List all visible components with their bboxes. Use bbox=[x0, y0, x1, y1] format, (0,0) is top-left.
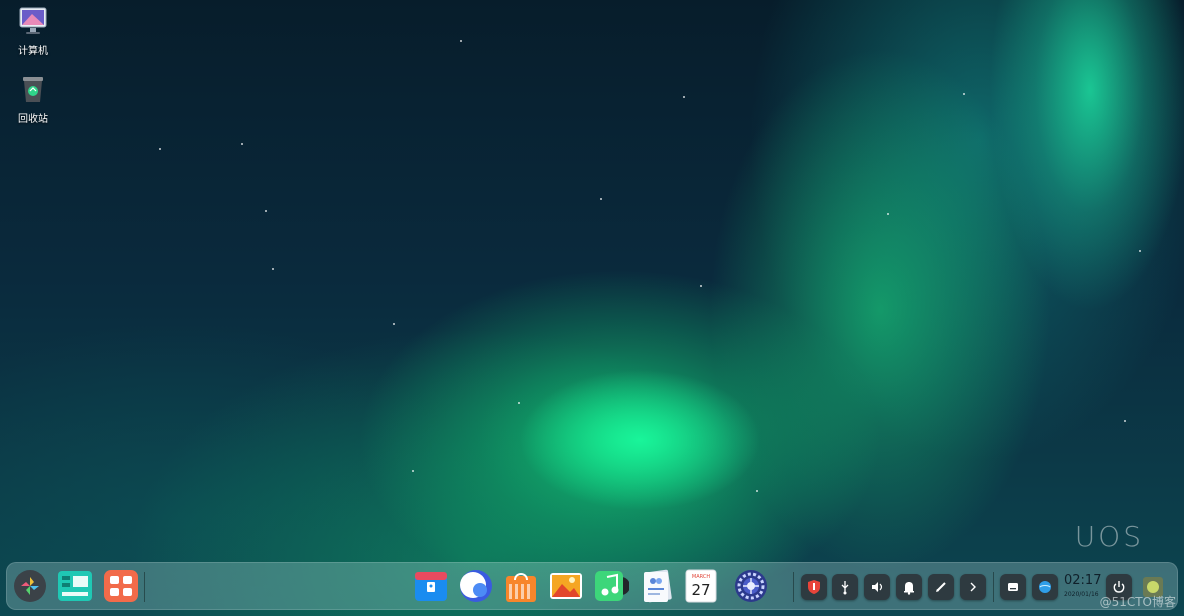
file-manager-icon bbox=[415, 572, 447, 601]
dock-separator bbox=[793, 572, 794, 602]
clock-time[interactable]: 02:17 bbox=[1064, 573, 1101, 588]
tray-expand[interactable] bbox=[960, 574, 986, 600]
app-file-manager[interactable] bbox=[413, 568, 449, 604]
clock-date[interactable]: 2020/01/16 bbox=[1064, 591, 1099, 598]
calendar-day-text: 27 bbox=[691, 581, 710, 599]
tray-keyboard[interactable] bbox=[1000, 574, 1026, 600]
launcher-icon bbox=[14, 570, 46, 602]
app-photos[interactable] bbox=[548, 568, 584, 604]
desktop-icon-trash[interactable]: 回收站 bbox=[3, 74, 63, 125]
multitask-icon bbox=[58, 571, 92, 601]
calendar-month-text: MARCH bbox=[692, 574, 710, 580]
music-icon bbox=[595, 571, 630, 601]
pen-icon bbox=[936, 582, 946, 592]
app-music[interactable] bbox=[593, 568, 630, 604]
workspace-icon bbox=[104, 570, 138, 602]
photos-icon bbox=[550, 573, 582, 599]
contacts-icon bbox=[644, 569, 672, 603]
dock: MARCH 27 02:17 2020/01/16 bbox=[6, 562, 1178, 610]
window-switch-button[interactable] bbox=[103, 568, 139, 604]
brand-logo-text: UOS bbox=[1074, 520, 1144, 553]
app-browser[interactable] bbox=[458, 568, 494, 604]
desktop-icon-label: 计算机 bbox=[18, 46, 48, 57]
launcher-button[interactable] bbox=[12, 568, 48, 604]
tray-antivirus[interactable] bbox=[801, 574, 827, 600]
trash-icon bbox=[18, 74, 48, 104]
desktop-icon-label: 回收站 bbox=[18, 114, 48, 125]
app-calendar[interactable]: MARCH 27 bbox=[683, 568, 719, 604]
desktop-icon-computer[interactable]: 计算机 bbox=[3, 6, 63, 57]
network-icon bbox=[1039, 581, 1051, 593]
keyboard-icon bbox=[1008, 583, 1018, 591]
calendar-icon: MARCH 27 bbox=[685, 569, 717, 603]
app-control-center[interactable] bbox=[733, 568, 769, 604]
dock-separator bbox=[144, 572, 145, 602]
tray-volume[interactable] bbox=[864, 574, 890, 600]
volume-icon bbox=[872, 582, 883, 592]
dock-separator bbox=[993, 572, 994, 602]
watermark-text: @51CTO博客 bbox=[1099, 595, 1176, 609]
browser-icon bbox=[460, 570, 492, 602]
bell-icon bbox=[904, 582, 914, 595]
computer-icon bbox=[18, 6, 48, 36]
tray-usb[interactable] bbox=[832, 574, 858, 600]
gear-icon bbox=[735, 570, 767, 602]
store-bag-icon bbox=[506, 573, 536, 602]
chevron-right-icon bbox=[970, 582, 976, 592]
tray-input[interactable] bbox=[928, 574, 954, 600]
tray-network[interactable] bbox=[1032, 574, 1058, 600]
multitask-view-button[interactable] bbox=[57, 568, 93, 604]
app-contacts[interactable] bbox=[638, 568, 674, 604]
usb-icon bbox=[841, 581, 849, 595]
shield-icon bbox=[808, 580, 820, 594]
tray-notifications[interactable] bbox=[896, 574, 922, 600]
app-store[interactable] bbox=[503, 568, 539, 604]
